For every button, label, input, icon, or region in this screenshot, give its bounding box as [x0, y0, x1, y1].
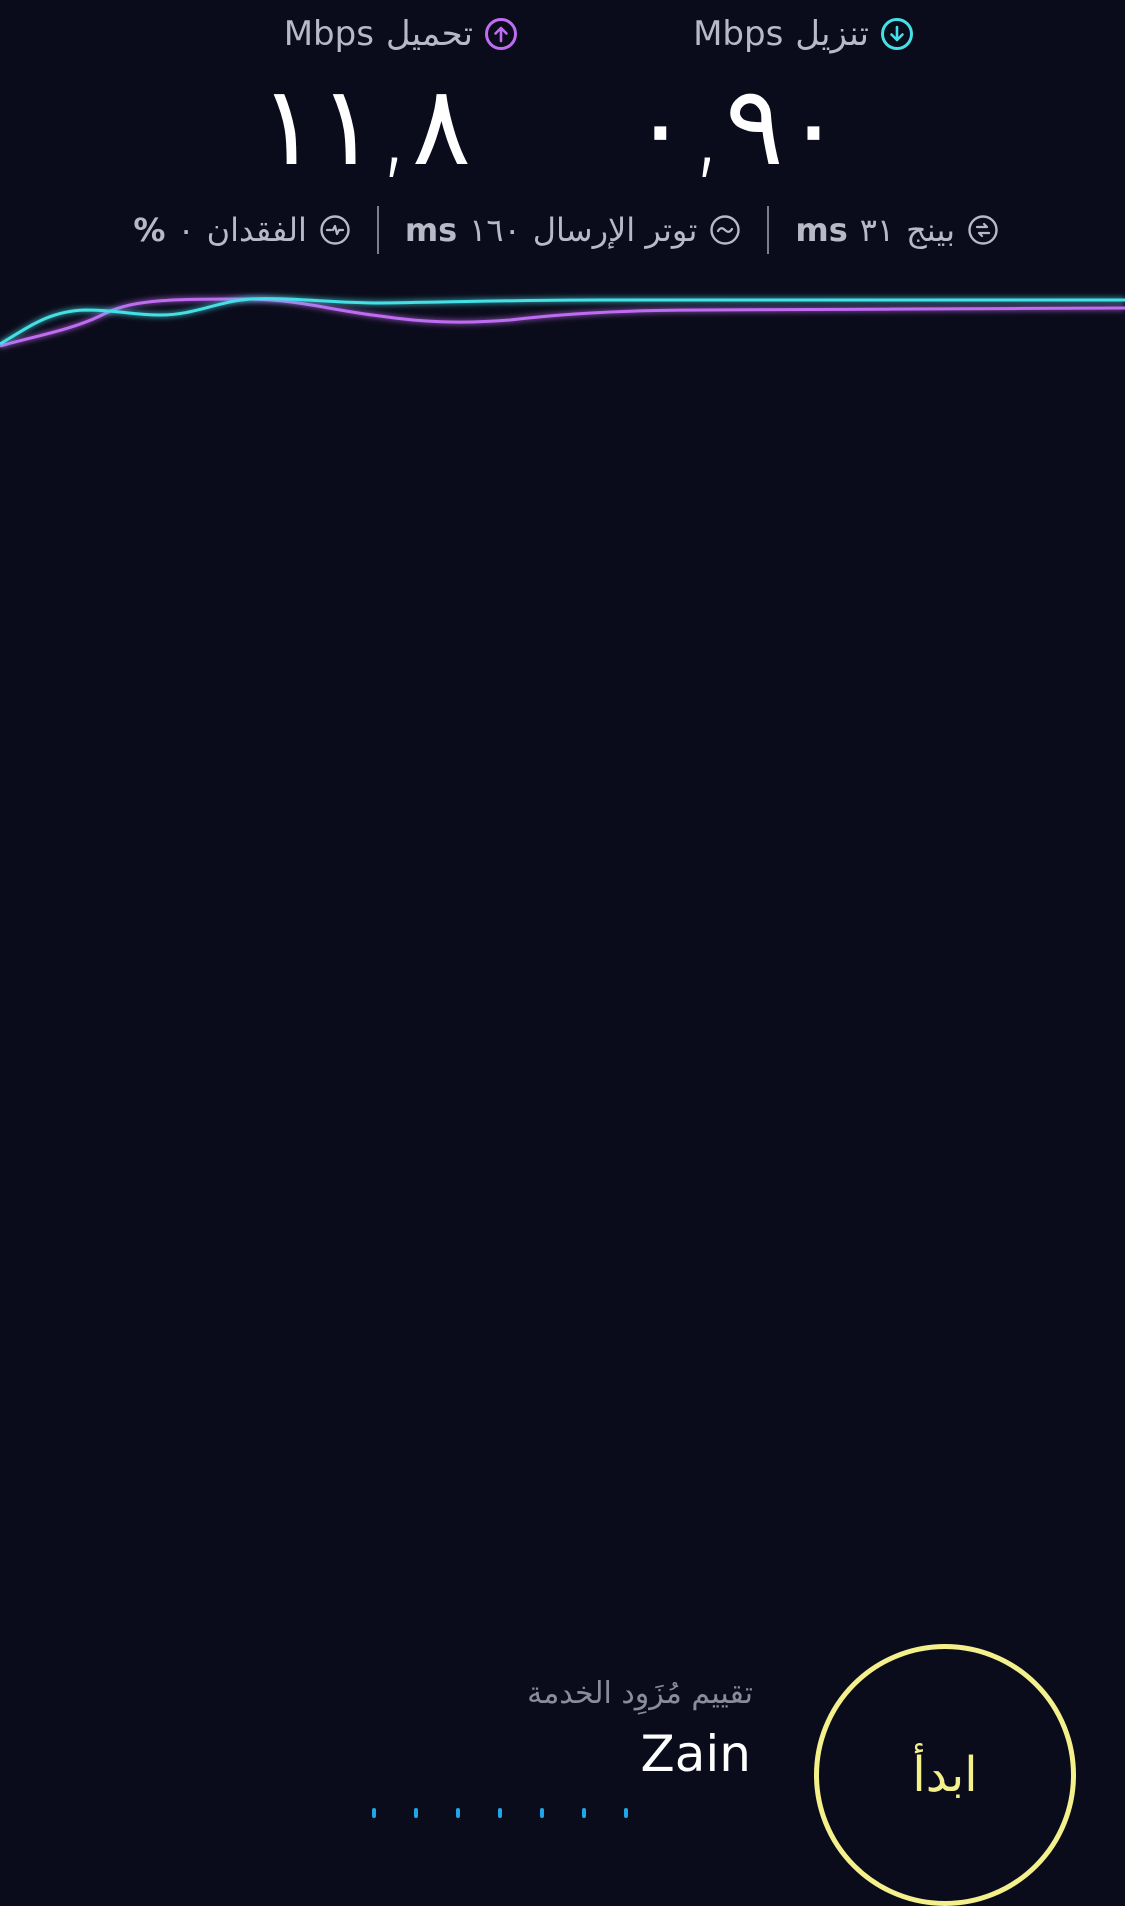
provider-name: Zain — [640, 1725, 751, 1783]
download-label: تنزيل — [795, 14, 869, 54]
packet-loss-icon — [320, 215, 350, 245]
upload-label: تحميل — [385, 14, 473, 54]
rating-dot — [372, 1808, 376, 1818]
rating-dot — [540, 1808, 544, 1818]
upload-unit: Mbps — [283, 14, 374, 54]
start-test-button[interactable]: ابدأ — [814, 1644, 1076, 1906]
download-arrow-icon — [881, 18, 913, 50]
ping-label: بينج — [906, 211, 955, 249]
provider-rating-label[interactable]: تقييم مُزَوِد الخدمة — [527, 1676, 753, 1711]
upload-graph-line — [0, 297, 1125, 348]
jitter-label: توتر الإرسال — [532, 211, 698, 249]
loss-value: ٠ — [177, 211, 195, 249]
ping-icon — [968, 215, 998, 245]
start-button-label: ابدأ — [912, 1749, 978, 1802]
upload-arrow-icon — [485, 18, 517, 50]
upload-speed-value: ١١,٨ — [258, 62, 471, 190]
stats-divider — [767, 206, 770, 254]
jitter-unit: ms — [404, 211, 458, 249]
stats-divider — [376, 206, 379, 254]
rating-dot — [582, 1808, 586, 1818]
loss-stat: الفقدان ٠ % — [107, 211, 376, 249]
upload-header: تحميل Mbps — [284, 14, 517, 54]
jitter-stat: توتر الإرسال ١٦٠ ms — [379, 211, 768, 249]
ping-unit: ms — [795, 211, 848, 249]
download-header: تنزيل Mbps — [693, 14, 913, 54]
download-speed-value: ٠,٩٠ — [630, 62, 843, 190]
download-unit: Mbps — [693, 14, 784, 54]
rating-dot — [456, 1808, 460, 1818]
rating-dot — [498, 1808, 502, 1818]
loss-label: الفقدان — [206, 211, 307, 249]
rating-dot — [624, 1808, 628, 1818]
rating-indicator — [372, 1808, 628, 1818]
jitter-value: ١٦٠ — [469, 211, 521, 249]
rating-dot — [414, 1808, 418, 1818]
jitter-icon — [710, 215, 741, 245]
loss-unit: % — [133, 211, 166, 249]
stats-row: بينج ٣١ ms توتر الإرسال ١٦٠ ms الفقدان ٠… — [107, 206, 1025, 254]
ping-stat: بينج ٣١ ms — [769, 211, 1025, 249]
ping-value: ٣١ — [859, 211, 895, 249]
download-graph-line — [0, 297, 1125, 346]
speed-graph — [0, 297, 1125, 348]
